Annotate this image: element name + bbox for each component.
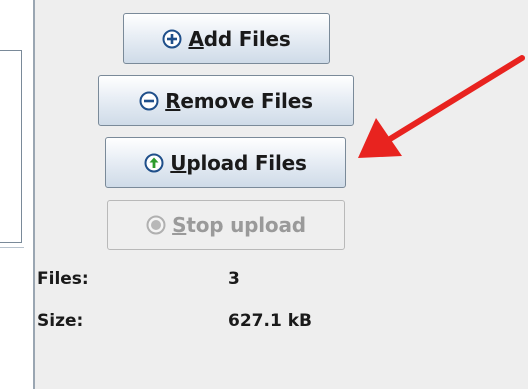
upload-files-label: Upload Files: [170, 150, 307, 175]
add-files-button[interactable]: Add Files: [123, 13, 330, 64]
add-files-label: Add Files: [188, 26, 291, 51]
files-count-value: 3: [228, 269, 240, 289]
remove-files-label: Remove Files: [165, 88, 313, 113]
remove-files-button[interactable]: Remove Files: [98, 75, 354, 126]
stop-circle-icon: [146, 215, 166, 235]
total-size-value: 627.1 kB: [228, 311, 312, 331]
file-list-pane: [0, 0, 34, 389]
upload-files-button[interactable]: Upload Files: [105, 137, 346, 188]
red-annotation-arrow: [358, 55, 525, 158]
minus-circle-icon: [139, 91, 159, 110]
stop-upload-label: Stop upload: [172, 213, 306, 237]
files-count-label: Files:: [37, 269, 89, 289]
file-list[interactable]: [0, 50, 22, 243]
list-divider: [0, 247, 24, 248]
stop-upload-button[interactable]: Stop upload: [107, 200, 345, 250]
total-size-label: Size:: [37, 311, 84, 331]
plus-circle-icon: [162, 29, 182, 48]
up-arrow-circle-icon: [144, 153, 164, 172]
